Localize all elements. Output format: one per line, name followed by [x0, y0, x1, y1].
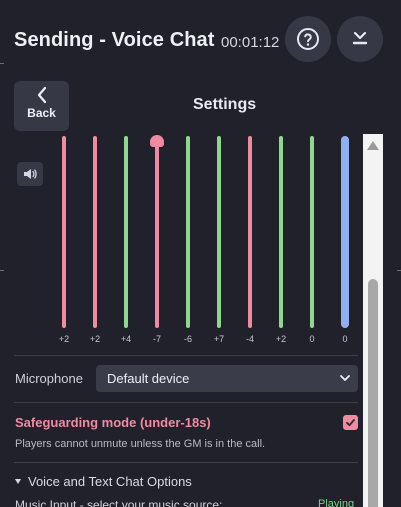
- eq-slider[interactable]: [186, 136, 190, 328]
- safeguarding-description: Players cannot unmute unless the GM is i…: [15, 438, 266, 450]
- download-icon: [352, 31, 368, 45]
- chevron-down-icon: [340, 375, 350, 381]
- edge-tick: [397, 270, 401, 271]
- divider: [14, 355, 358, 356]
- edge-tick: [0, 63, 4, 64]
- caret-down-icon: [15, 479, 21, 484]
- call-timer: 00:01:12: [221, 34, 280, 51]
- download-button[interactable]: [337, 16, 383, 62]
- eq-value-label: 0: [309, 334, 315, 344]
- window-title: Sending - Voice Chat: [14, 29, 215, 51]
- settings-title: Settings: [193, 96, 257, 113]
- divider: [14, 402, 358, 403]
- speaker-button[interactable]: [17, 162, 43, 186]
- back-button[interactable]: Back: [14, 81, 69, 131]
- speaker-icon: [24, 169, 37, 179]
- eq-value-label: -4: [245, 334, 254, 344]
- eq-value-label: -7: [152, 334, 161, 344]
- eq-slider[interactable]: [124, 136, 128, 328]
- scrollbar[interactable]: [363, 134, 383, 507]
- question-circle-icon: [297, 28, 319, 50]
- voice-text-options-label: Voice and Text Chat Options: [28, 474, 192, 489]
- back-label: Back: [27, 106, 56, 120]
- music-input-label: Music Input - select your music source:: [15, 498, 223, 507]
- edge-tick: [0, 270, 4, 271]
- voice-text-options-toggle[interactable]: Voice and Text Chat Options: [15, 474, 192, 489]
- equalizer: +2 +2 +4 -7 -6 +7 -4 +2 0 0: [48, 134, 360, 356]
- scroll-up-arrow-icon[interactable]: [367, 141, 379, 150]
- eq-slider[interactable]: [279, 136, 283, 328]
- help-button[interactable]: [285, 16, 331, 62]
- eq-slider[interactable]: [341, 136, 349, 328]
- checkmark-icon: [346, 419, 355, 427]
- divider: [14, 462, 358, 463]
- microphone-label: Microphone: [15, 371, 83, 386]
- microphone-selected-value: Default device: [107, 371, 190, 386]
- microphone-select[interactable]: Default device: [96, 365, 358, 392]
- eq-value-label: +2: [275, 334, 287, 344]
- eq-value-label: -6: [183, 334, 192, 344]
- eq-value-label: +2: [89, 334, 101, 344]
- eq-value-label: 0: [342, 334, 348, 344]
- scrollbar-thumb[interactable]: [368, 279, 378, 507]
- eq-value-label: +2: [58, 334, 70, 344]
- eq-slider[interactable]: [62, 136, 66, 328]
- eq-slider-handle[interactable]: [150, 135, 164, 147]
- header: Sending - Voice Chat 00:01:12: [0, 0, 401, 82]
- music-status: Playing: [318, 498, 355, 507]
- eq-slider[interactable]: [248, 136, 252, 328]
- eq-value-label: +7: [213, 334, 225, 344]
- safeguarding-checkbox[interactable]: [343, 415, 358, 430]
- eq-slider[interactable]: [310, 136, 314, 328]
- chevron-left-icon: [37, 86, 46, 104]
- eq-slider[interactable]: [150, 135, 164, 328]
- eq-slider[interactable]: [217, 136, 221, 328]
- eq-slider[interactable]: [93, 136, 97, 328]
- safeguarding-title: Safeguarding mode (under-18s): [15, 415, 211, 430]
- eq-value-label: +4: [120, 334, 132, 344]
